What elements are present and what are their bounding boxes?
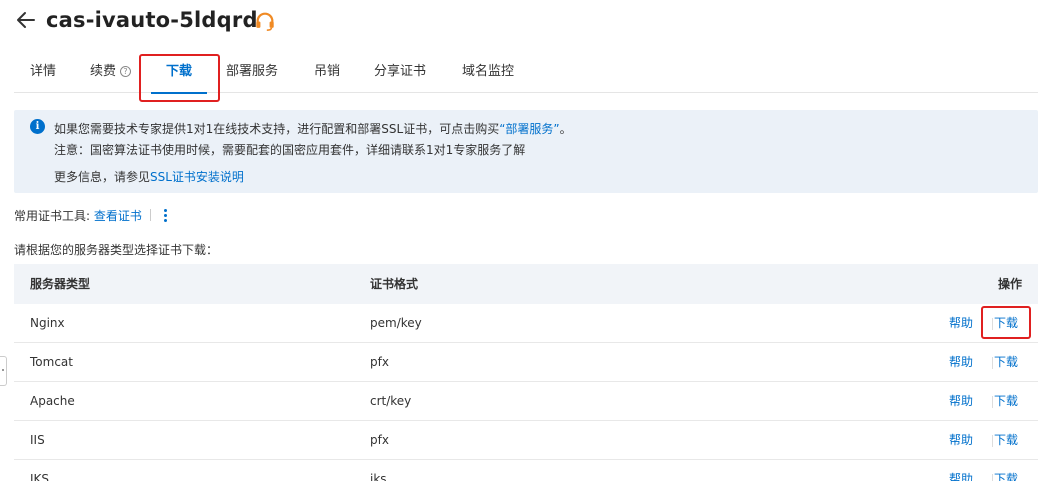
format-cell: jks — [370, 472, 387, 481]
server-type-cell: JKS — [30, 472, 50, 481]
table-row: Tomcat pfx 帮助 下载 — [14, 343, 1038, 382]
download-link[interactable]: 下载 — [994, 460, 1018, 481]
divider — [992, 318, 993, 330]
table-row: IIS pfx 帮助 下载 — [14, 421, 1038, 460]
info-icon: i — [30, 119, 45, 134]
help-link[interactable]: 帮助 — [949, 421, 973, 460]
view-certificate-link[interactable]: 查看证书 — [94, 209, 142, 223]
divider — [992, 396, 993, 408]
tab-bar: 详情 续费? 下载 部署服务 吊销 分享证书 域名监控 — [14, 52, 1038, 94]
divider — [149, 209, 151, 221]
ssl-install-guide-link[interactable]: SSL证书安装说明 — [150, 170, 244, 184]
help-link[interactable]: 帮助 — [949, 382, 973, 421]
side-panel-handle[interactable] — [0, 356, 7, 386]
tab-renew[interactable]: 续费? — [90, 52, 132, 93]
cert-tools-row: 常用证书工具: 查看证书 — [14, 207, 159, 224]
format-cell: pfx — [370, 433, 389, 447]
header-format: 证书格式 — [370, 277, 419, 291]
info-line-3: 更多信息，请参见SSL证书安装说明 — [54, 170, 244, 184]
table-row: JKS jks 帮助 下载 — [14, 460, 1038, 481]
tab-revoke[interactable]: 吊销 — [314, 52, 340, 93]
server-type-cell: Apache — [30, 394, 75, 408]
select-hint: 请根据您的服务器类型选择证书下载： — [14, 243, 219, 257]
cert-tools-label: 常用证书工具: — [14, 209, 91, 223]
download-link[interactable]: 下载 — [994, 421, 1018, 460]
headset-icon[interactable] — [254, 10, 276, 32]
server-type-cell: Nginx — [30, 316, 65, 330]
help-circle-icon[interactable]: ? — [120, 66, 132, 77]
table-row: Nginx pem/key 帮助 下载 — [14, 304, 1038, 343]
download-link[interactable]: 下载 — [994, 343, 1018, 382]
format-cell: crt/key — [370, 394, 412, 408]
format-cell: pfx — [370, 355, 389, 369]
header-action: 操作 — [997, 277, 1022, 291]
header-server-type: 服务器类型 — [30, 277, 91, 291]
info-notice: i 如果您需要技术专家提供1对1在线技术支持，进行配置和部署SSL证书，可点击购… — [14, 110, 1038, 193]
help-link[interactable]: 帮助 — [949, 304, 973, 343]
format-cell: pem/key — [370, 316, 422, 330]
server-type-cell: IIS — [30, 433, 45, 447]
tab-share-certificate[interactable]: 分享证书 — [374, 52, 426, 93]
download-link[interactable]: 下载 — [994, 304, 1018, 343]
download-link[interactable]: 下载 — [994, 382, 1018, 421]
deploy-service-link[interactable]: “部署服务” — [499, 122, 559, 136]
table-row: Apache crt/key 帮助 下载 — [14, 382, 1038, 421]
divider — [992, 357, 993, 369]
back-arrow-icon[interactable] — [14, 8, 38, 32]
table-header: 服务器类型 证书格式 操作 — [14, 264, 1038, 304]
cert-download-table: 服务器类型 证书格式 操作 Nginx pem/key 帮助 下载 Tomcat… — [14, 264, 1038, 481]
server-type-cell: Tomcat — [30, 355, 73, 369]
tab-domain-monitoring[interactable]: 域名监控 — [462, 52, 514, 93]
tab-details[interactable]: 详情 — [30, 52, 56, 93]
divider — [992, 474, 993, 481]
divider — [992, 435, 993, 447]
tab-deploy-service[interactable]: 部署服务 — [226, 52, 278, 93]
page-title: cas-ivauto-5ldqrd — [46, 8, 258, 32]
help-link[interactable]: 帮助 — [949, 343, 973, 382]
help-link[interactable]: 帮助 — [949, 460, 973, 481]
more-vertical-icon[interactable] — [160, 207, 170, 225]
info-line-2: 注意：国密算法证书使用时候，需要配套的国密应用套件，详细请联系1对1专家服务了解 — [54, 143, 526, 157]
tab-download[interactable]: 下载 — [151, 52, 208, 94]
info-line-1: 如果您需要技术专家提供1对1在线技术支持，进行配置和部署SSL证书，可点击购买“… — [54, 122, 572, 136]
